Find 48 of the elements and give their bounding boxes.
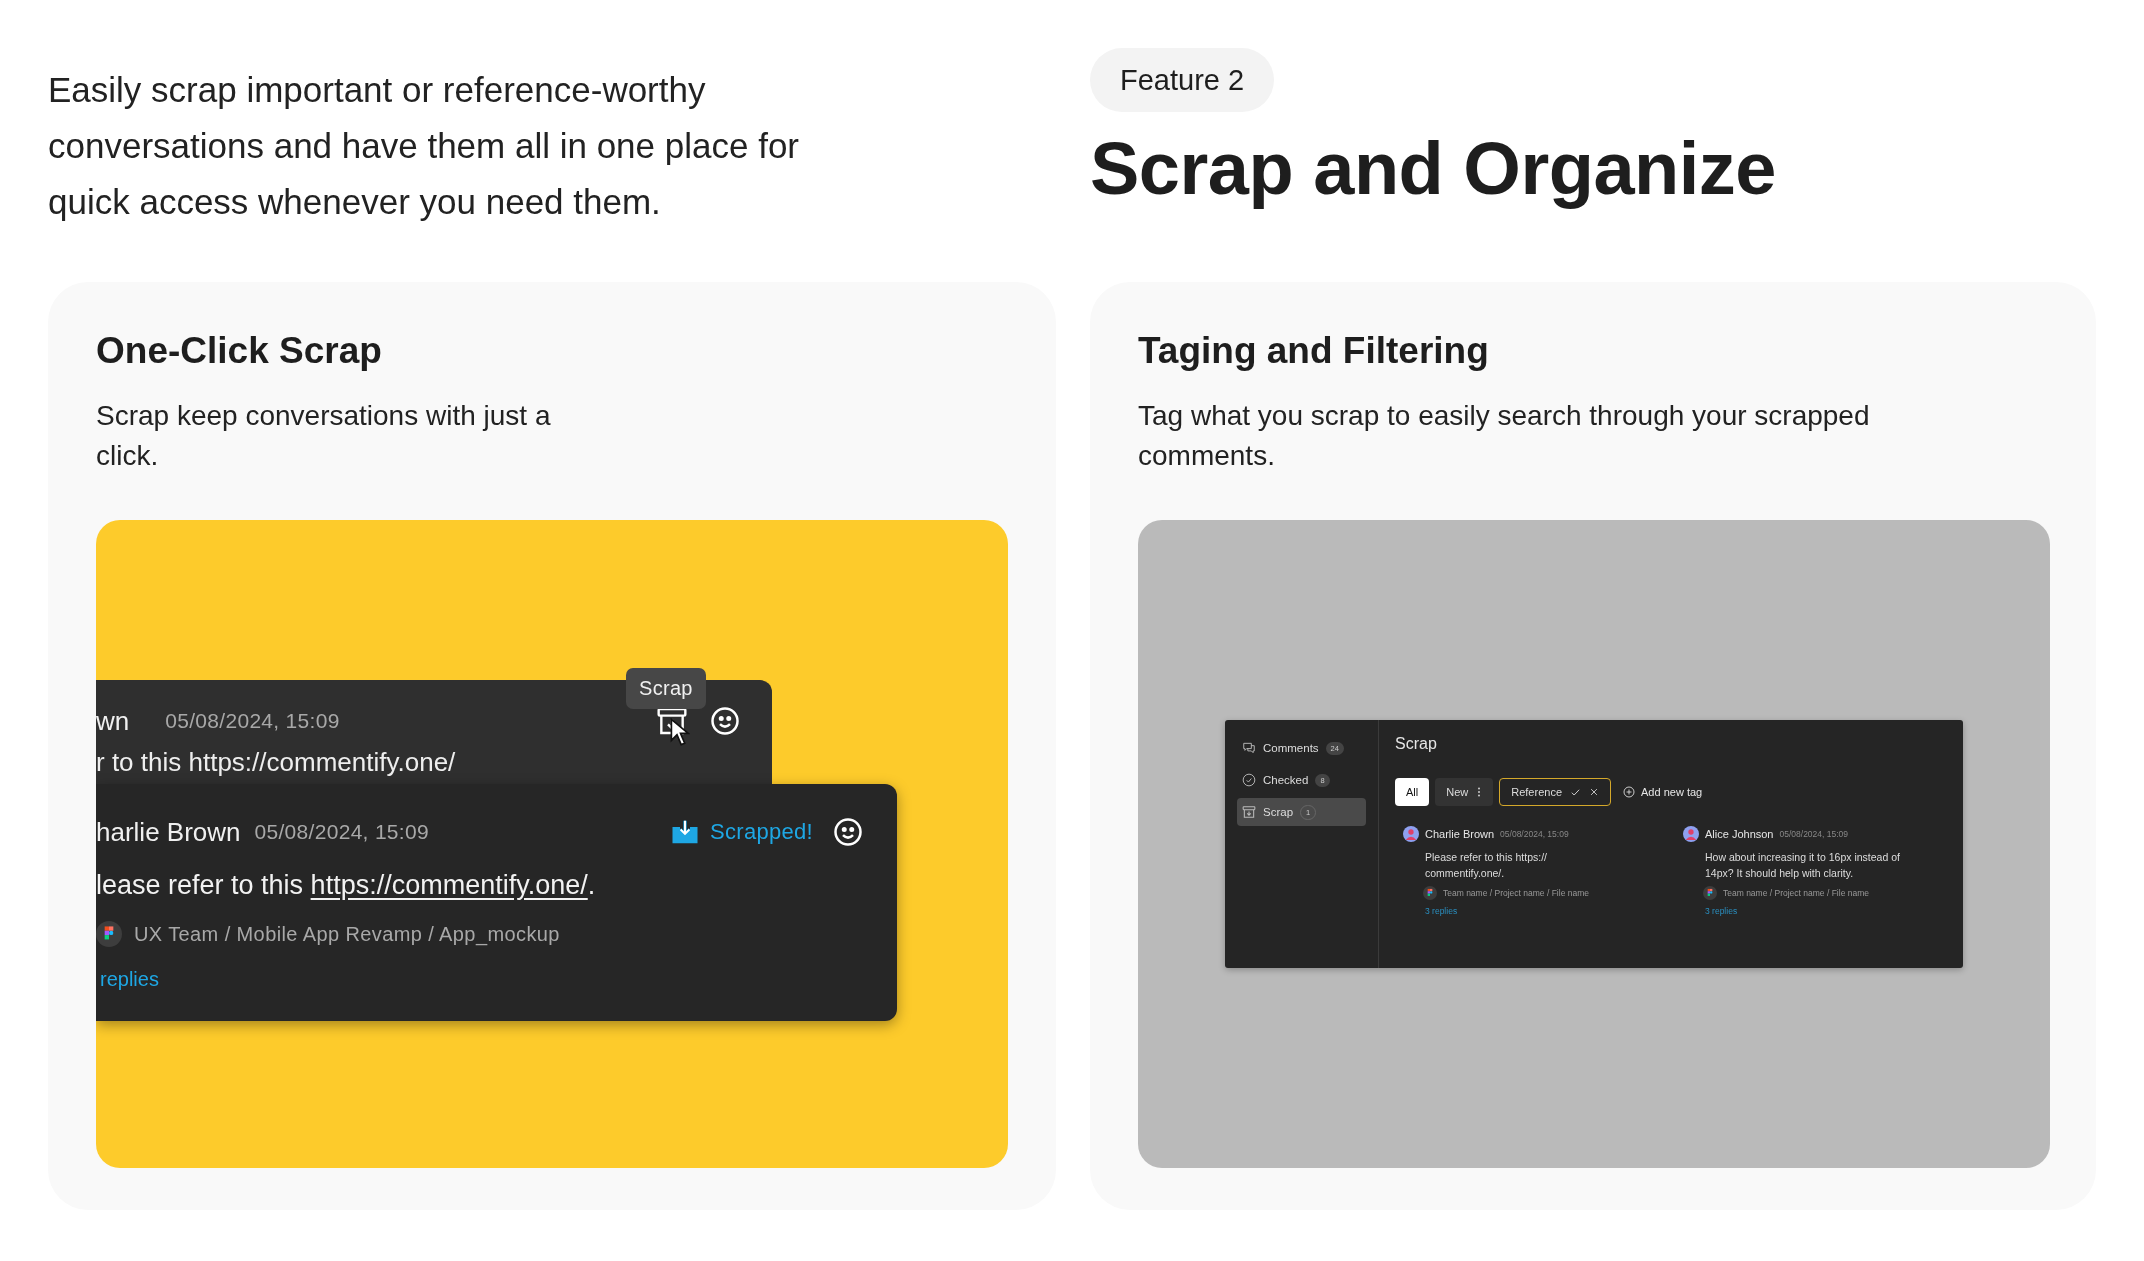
card-title: One-Click Scrap [96, 329, 383, 373]
feature-title: Scrap and Organize [1090, 126, 1776, 212]
comment-text: Please refer to this https:// commentify.one/. [1425, 850, 1548, 881]
comment-author: Alice Johnson [1705, 828, 1774, 840]
comment-date: 05/08/2024, 15:09 [1779, 829, 1849, 839]
feature-badge: Feature 2 [1090, 48, 1275, 112]
plus-icon [1623, 786, 1635, 798]
replies-link[interactable]: 3 replies [1425, 906, 1458, 916]
comment-author: Charlie Brown [1425, 828, 1495, 840]
comment-author: harlie Brown [96, 816, 241, 848]
file-path: Team name / Project name / File name [1443, 888, 1589, 898]
avatar-icon [1403, 826, 1419, 842]
add-tag-button[interactable]: Add new tag [1623, 786, 1703, 798]
link[interactable]: https://commentify.one/ [310, 870, 588, 900]
comments-icon [1242, 741, 1256, 755]
checked-icon [1242, 773, 1256, 787]
file-logo-icon [96, 921, 122, 947]
tag-chip[interactable]: All [1395, 778, 1430, 806]
card-description: Scrap keep conversations with just a click. [96, 399, 552, 473]
cursor-icon [670, 718, 690, 746]
section-title: Scrap [1395, 734, 1438, 754]
confirm-icon[interactable] [1570, 786, 1581, 798]
file-logo-icon [1423, 886, 1437, 900]
scrap-icon [1242, 805, 1256, 819]
comment-date: 05/08/2024, 15:09 [254, 820, 429, 844]
file-path: UX Team / Mobile App Revamp / App_mockup [134, 922, 560, 946]
scrapped-label: Scrapped! [710, 819, 813, 845]
comment-text: lease refer to this https://commentify.one/. [96, 869, 597, 902]
tooltip: Scrap [626, 668, 706, 709]
comment-date: 05/08/2024, 15:09 [1500, 829, 1569, 839]
comment-text: How about increasing it to 16px instead of 14px? It should help with clarity. [1705, 850, 1901, 881]
replies-link[interactable]: replies [100, 965, 863, 993]
card-description: Tag what you scrap to easily search through your scrapped comments. [1138, 399, 1871, 473]
close-icon[interactable] [1589, 787, 1599, 797]
replies-link[interactable]: 3 replies [1705, 906, 1738, 916]
tag-chip[interactable]: Reference [1499, 778, 1611, 806]
file-path: Team name / Project name / File name [1723, 888, 1869, 898]
comment-text: r to this https://commentify.one/ [96, 746, 456, 778]
emoji-icon[interactable] [833, 817, 863, 847]
file-logo-icon [1703, 886, 1717, 900]
comment-date: 05/08/2024, 15:09 [165, 709, 340, 733]
intro-paragraph: Easily scrap important or reference-worthy conversations and have them all in one place for quick access whenever you need them. [48, 69, 800, 223]
comment-author: wn [96, 705, 130, 737]
avatar-icon [1683, 826, 1699, 842]
emoji-icon[interactable] [710, 706, 740, 736]
tag-chip[interactable]: New [1435, 778, 1494, 806]
card-title: Taging and Filtering [1138, 329, 1490, 373]
more-icon[interactable] [1476, 786, 1483, 798]
